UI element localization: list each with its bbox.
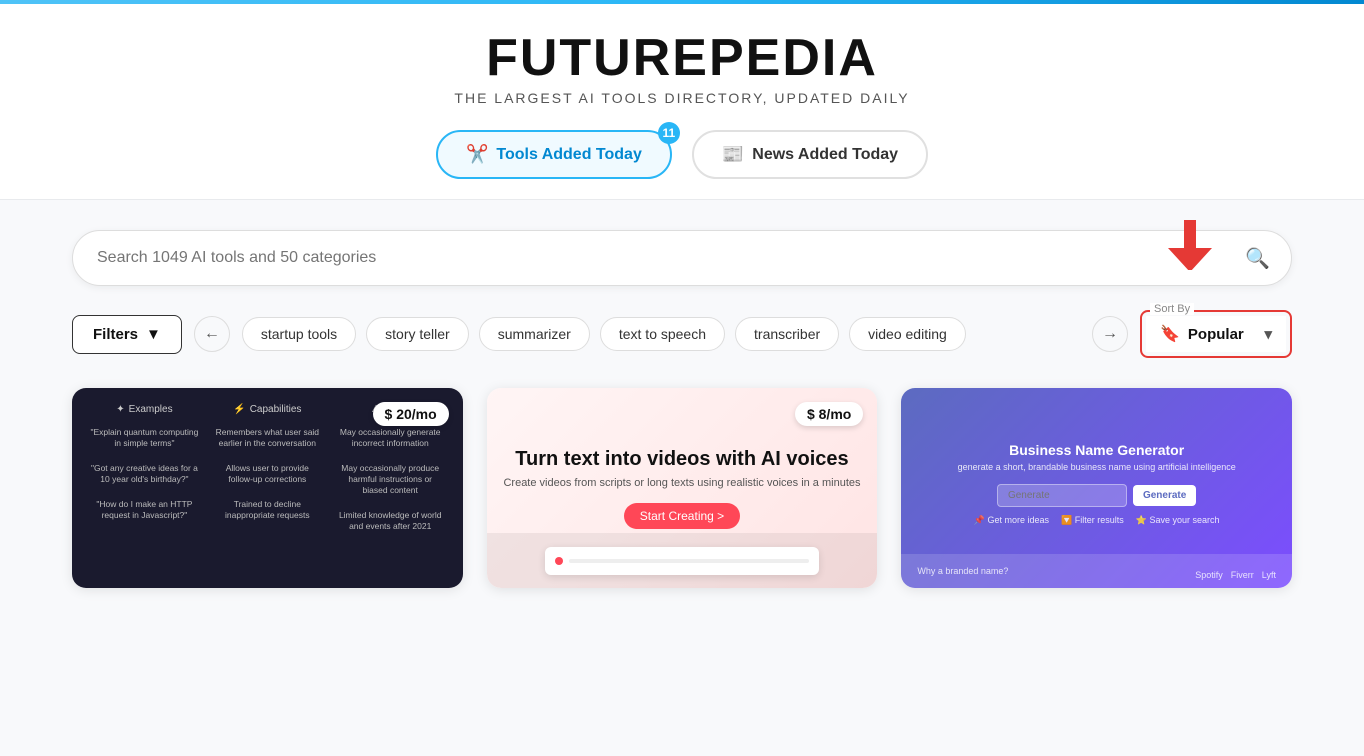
card-3-logos: Spotify Fiverr Lyft [1195, 570, 1276, 580]
tab-news-label: News Added Today [752, 146, 898, 164]
card-2-cta-button[interactable]: Start Creating > [624, 503, 740, 529]
card-col-capabilities: ⚡ Capabilities Remembers what user said … [211, 404, 324, 572]
tab-tools[interactable]: ✂️ Tools Added Today 11 [436, 130, 672, 179]
sort-icon: 🔖 [1160, 324, 1180, 344]
card-2-content: Turn text into videos with AI voices Cre… [487, 388, 878, 588]
category-tag-startup[interactable]: startup tools [242, 317, 356, 351]
card-2-title: Turn text into videos with AI voices [515, 448, 848, 471]
card-col-limitations: ⚠ Lim... May occasionally generate incor… [334, 404, 447, 572]
sort-selected: Popular [1188, 326, 1244, 343]
feature-1: 📌 Get more ideas [974, 515, 1049, 526]
next-category-button[interactable]: → [1092, 316, 1128, 352]
tab-news[interactable]: 📰 News Added Today [692, 130, 928, 179]
prev-category-button[interactable]: ← [194, 316, 230, 352]
search-icon: 🔍 [1245, 246, 1270, 271]
search-input[interactable] [72, 230, 1292, 286]
capability-2: Allows user to provide follow-up correct… [211, 459, 324, 489]
tools-badge: 11 [658, 122, 680, 144]
why-branded-label: Why a branded name? [917, 566, 1008, 576]
category-tag-tts[interactable]: text to speech [600, 317, 725, 351]
tools-icon: ✂️ [466, 144, 488, 165]
logo-fiverr: Fiverr [1231, 570, 1254, 580]
card-3-title: Business Name Generator [1009, 442, 1184, 458]
sort-label: Sort By [1150, 303, 1194, 315]
sort-select[interactable]: 🔖 Popular ▾ [1146, 316, 1286, 352]
sort-chevron-icon: ▾ [1264, 325, 1272, 343]
filters-row: Filters ▼ ← startup tools story teller s… [72, 310, 1292, 358]
card-col-examples: ✦ Examples "Explain quantum computing in… [88, 404, 201, 572]
search-container: 🔍 [72, 230, 1292, 286]
category-tag-summarizer[interactable]: summarizer [479, 317, 590, 351]
capability-1: Remembers what user said earlier in the … [211, 423, 324, 453]
filter-icon: ▼ [146, 326, 161, 343]
card-3-content: Business Name Generator generate a short… [901, 388, 1292, 588]
tab-row: ✂️ Tools Added Today 11 📰 News Added Tod… [0, 130, 1364, 179]
col-header-examples: ✦ Examples [88, 404, 201, 415]
category-tag-storyteller[interactable]: story teller [366, 317, 469, 351]
category-tag-transcriber[interactable]: transcriber [735, 317, 839, 351]
news-icon: 📰 [722, 144, 744, 165]
category-tags: startup tools story teller summarizer te… [242, 317, 1080, 351]
card-1-price: $ 20/mo [373, 402, 449, 426]
example-3: "How do I make an HTTP request in Javasc… [88, 495, 201, 525]
tool-card-2[interactable]: $ 8/mo Turn text into videos with AI voi… [487, 388, 878, 588]
example-2: "Got any creative ideas for a 10 year ol… [88, 459, 201, 489]
card-2-subtitle: Create videos from scripts or long texts… [503, 477, 860, 489]
logo-spotify: Spotify [1195, 570, 1223, 580]
site-subtitle: THE LARGEST AI TOOLS DIRECTORY, UPDATED … [0, 90, 1364, 106]
example-1: "Explain quantum computing in simple ter… [88, 423, 201, 453]
red-down-arrow-icon [1168, 220, 1212, 270]
card-3-search-input[interactable] [997, 484, 1127, 507]
limitation-3: Limited knowledge of world and events af… [334, 506, 447, 536]
tab-tools-label: Tools Added Today [496, 146, 641, 164]
tool-card-1[interactable]: ✦ Examples "Explain quantum computing in… [72, 388, 463, 588]
site-title: FUTUREPEDIA [0, 32, 1364, 84]
filters-label: Filters [93, 326, 138, 343]
main-content: 🔍 Filters ▼ ← startup tools story teller… [32, 200, 1332, 618]
arrow-annotation [1168, 220, 1212, 275]
feature-2: 🔽 Filter results [1061, 515, 1124, 526]
filters-button[interactable]: Filters ▼ [72, 315, 182, 354]
logo-lyft: Lyft [1262, 570, 1276, 580]
header: FUTUREPEDIA THE LARGEST AI TOOLS DIRECTO… [0, 4, 1364, 200]
tool-card-3[interactable]: Business Name Generator generate a short… [901, 388, 1292, 588]
category-tag-video[interactable]: video editing [849, 317, 966, 351]
cards-grid: ✦ Examples "Explain quantum computing in… [72, 388, 1292, 588]
search-row: 🔍 [72, 230, 1292, 286]
limitation-1: May occasionally generate incorrect info… [334, 423, 447, 453]
card-3-subtitle: generate a short, brandable business nam… [958, 462, 1236, 472]
card-3-generate-button[interactable]: Generate [1133, 485, 1196, 506]
feature-3: ⭐ Save your search [1136, 515, 1220, 526]
sort-container: Sort By 🔖 Popular ▾ [1140, 310, 1292, 358]
limitation-2: May occasionally produce harmful instruc… [334, 459, 447, 500]
col-header-capabilities: ⚡ Capabilities [211, 404, 324, 415]
capability-3: Trained to decline inappropriate request… [211, 495, 324, 525]
